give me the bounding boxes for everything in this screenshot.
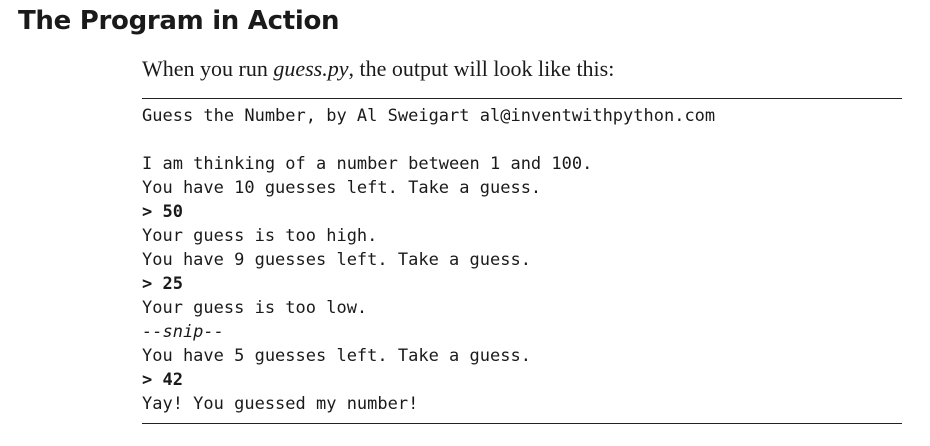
snip-marker: --snip--: [142, 322, 224, 342]
intro-paragraph: When you run guess.py, the output will l…: [142, 56, 614, 82]
output-line: You have 9 guesses left. Take a guess.: [142, 250, 531, 270]
listing-bottom-rule: [142, 423, 902, 424]
user-input-line: > 50: [142, 202, 183, 222]
output-line: Yay! You guessed my number!: [142, 394, 419, 414]
listing-top-rule: [142, 98, 902, 99]
output-line: You have 10 guesses left. Take a guess.: [142, 178, 542, 198]
intro-text-before: When you run: [142, 56, 274, 81]
intro-text-after: , the output will look like this:: [348, 56, 615, 81]
output-line: Your guess is too low.: [142, 298, 368, 318]
output-line-blank: [142, 128, 715, 152]
output-line: You have 5 guesses left. Take a guess.: [142, 346, 531, 366]
program-output-listing: Guess the Number, by Al Sweigart al@inve…: [142, 104, 715, 416]
output-line: Your guess is too high.: [142, 226, 378, 246]
user-input-line: > 25: [142, 274, 183, 294]
intro-filename: guess.py: [273, 56, 349, 81]
user-input-line: > 42: [142, 370, 183, 390]
output-line-title: Guess the Number, by Al Sweigart al@inve…: [142, 106, 716, 126]
output-line: I am thinking of a number between 1 and …: [142, 154, 593, 174]
section-heading: The Program in Action: [18, 6, 340, 36]
